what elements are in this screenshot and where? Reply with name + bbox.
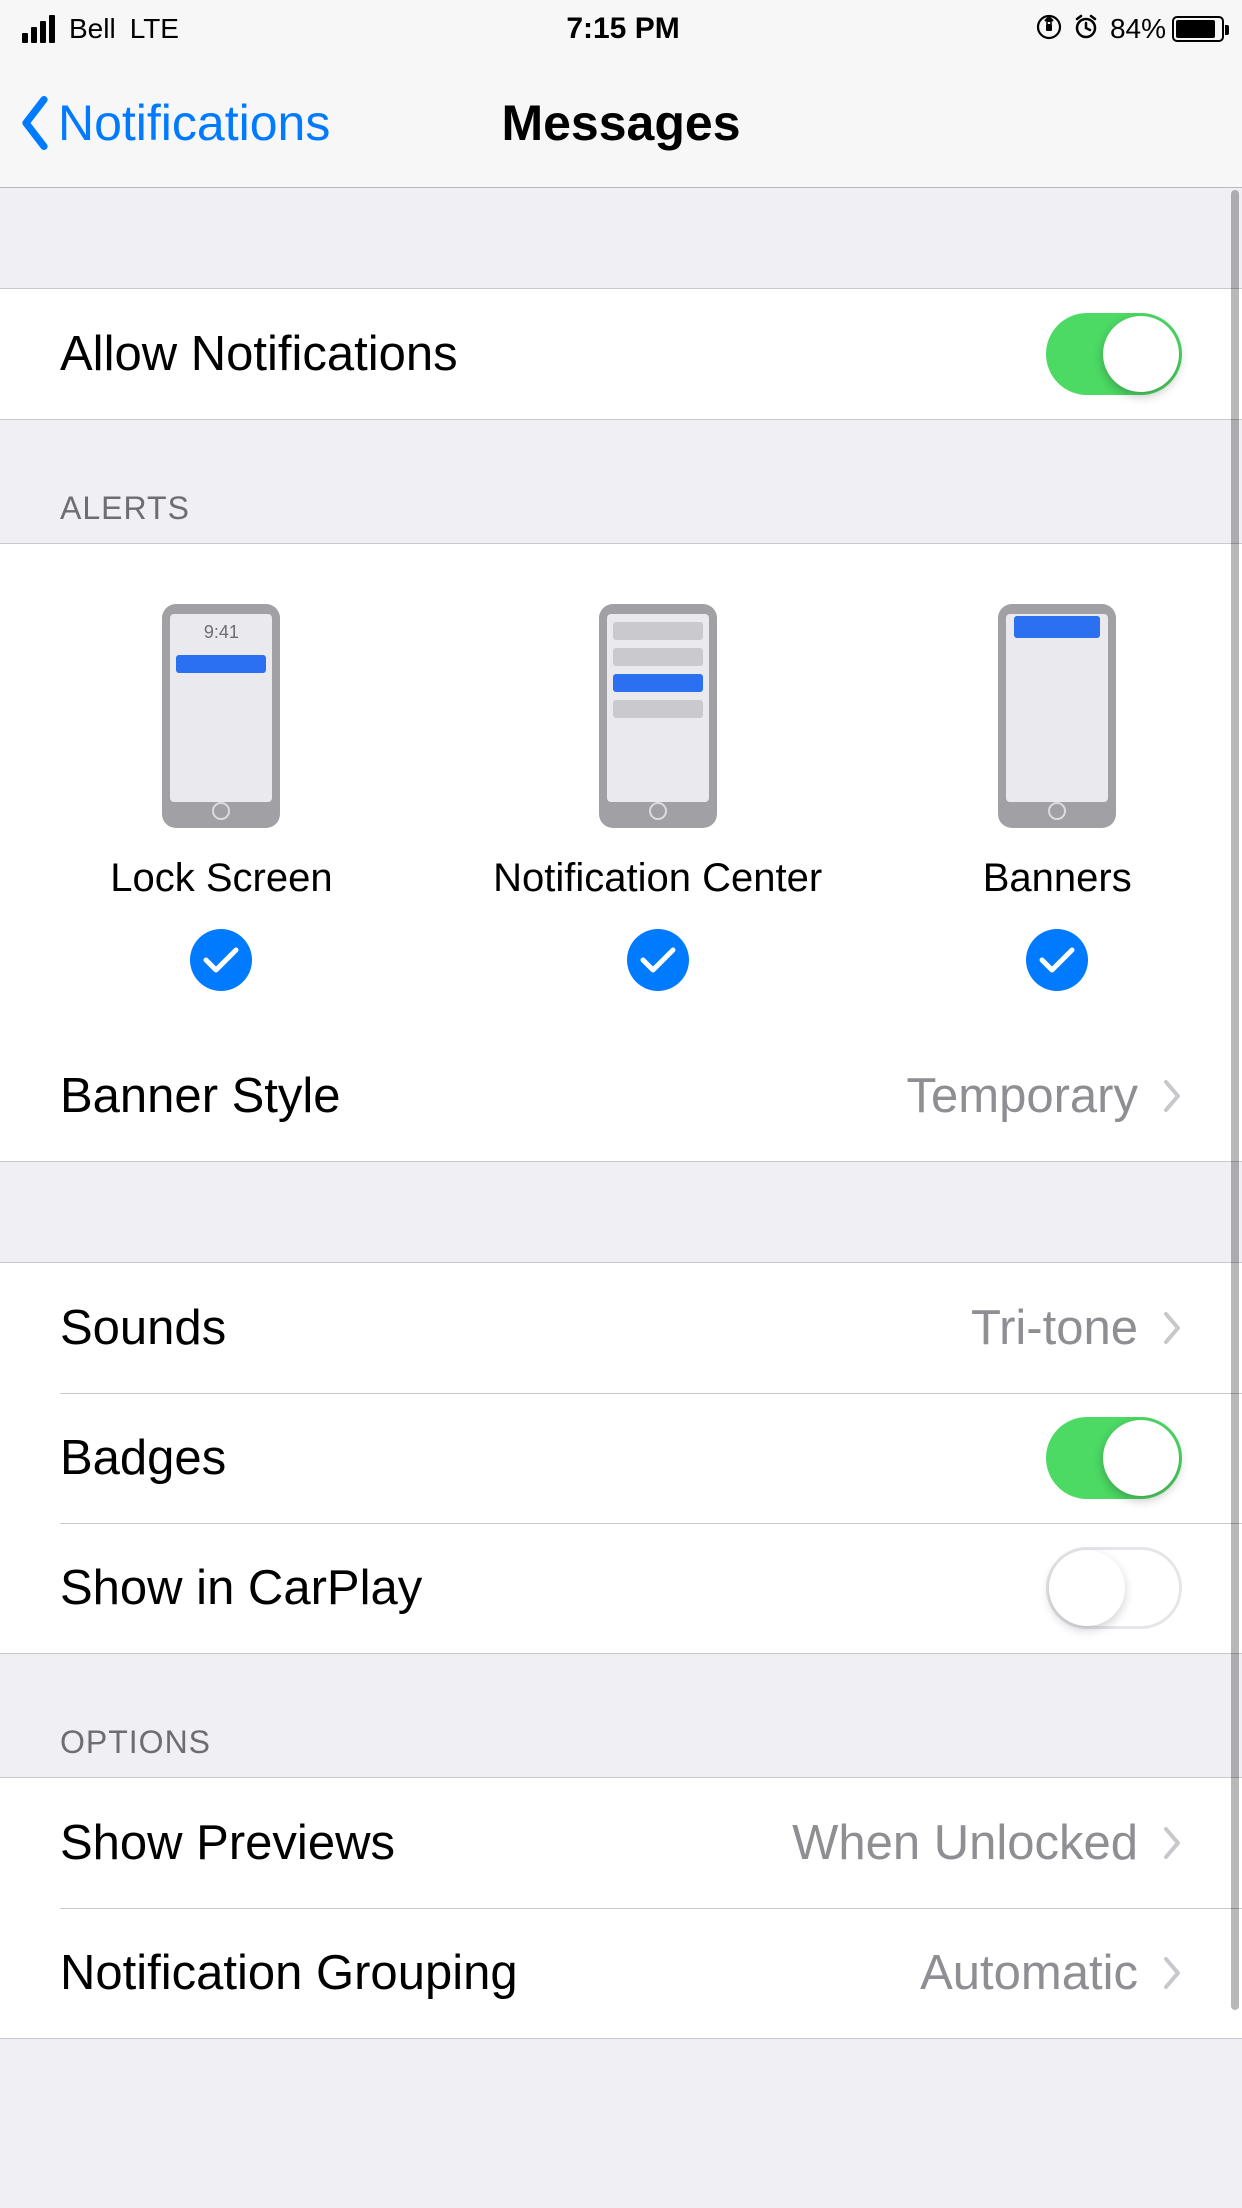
alert-type-banners[interactable]: Banners bbox=[983, 604, 1132, 991]
carplay-toggle[interactable] bbox=[1046, 1547, 1182, 1629]
sounds-label: Sounds bbox=[60, 1300, 971, 1356]
clock-label: 7:15 PM bbox=[566, 12, 679, 46]
badges-label: Badges bbox=[60, 1430, 1046, 1486]
alert-type-label: Banners bbox=[983, 856, 1132, 901]
alert-type-label: Lock Screen bbox=[110, 856, 332, 901]
battery-icon bbox=[1172, 16, 1224, 42]
back-button-label: Notifications bbox=[58, 94, 330, 152]
battery-percent-label: 84% bbox=[1110, 13, 1166, 45]
alarm-icon bbox=[1072, 13, 1100, 46]
nav-bar: Notifications Messages bbox=[0, 58, 1242, 188]
badges-row[interactable]: Badges bbox=[0, 1393, 1242, 1523]
lock-screen-preview-icon: 9:41 bbox=[162, 604, 280, 828]
carplay-label: Show in CarPlay bbox=[60, 1560, 1046, 1616]
banners-preview-icon bbox=[998, 604, 1116, 828]
sounds-value: Tri-tone bbox=[971, 1300, 1138, 1356]
notification-grouping-value: Automatic bbox=[920, 1945, 1138, 2001]
alerts-section-header: ALERTS bbox=[0, 420, 1242, 543]
orientation-lock-icon bbox=[1036, 14, 1062, 45]
checkmark-icon bbox=[190, 929, 252, 991]
notification-grouping-row[interactable]: Notification Grouping Automatic bbox=[0, 1908, 1242, 2038]
badges-toggle[interactable] bbox=[1046, 1417, 1182, 1499]
notification-center-preview-icon bbox=[599, 604, 717, 828]
back-button[interactable]: Notifications bbox=[18, 94, 330, 152]
carrier-label: Bell bbox=[69, 13, 116, 45]
sounds-row[interactable]: Sounds Tri-tone bbox=[0, 1263, 1242, 1393]
show-previews-label: Show Previews bbox=[60, 1815, 792, 1871]
alerts-grid: 9:41 Lock Screen Notification Cente bbox=[0, 544, 1242, 1031]
checkmark-icon bbox=[1026, 929, 1088, 991]
carplay-row[interactable]: Show in CarPlay bbox=[0, 1523, 1242, 1653]
chevron-left-icon bbox=[18, 96, 52, 150]
banner-style-label: Banner Style bbox=[60, 1068, 907, 1124]
status-bar: Bell LTE 7:15 PM 84% bbox=[0, 0, 1242, 58]
signal-strength-icon bbox=[22, 15, 55, 43]
alert-type-notification-center[interactable]: Notification Center bbox=[493, 604, 822, 991]
allow-notifications-row[interactable]: Allow Notifications bbox=[0, 289, 1242, 419]
chevron-right-icon bbox=[1162, 1826, 1182, 1860]
allow-notifications-toggle[interactable] bbox=[1046, 313, 1182, 395]
banner-style-row[interactable]: Banner Style Temporary bbox=[0, 1031, 1242, 1161]
banner-style-value: Temporary bbox=[907, 1068, 1138, 1124]
network-type-label: LTE bbox=[130, 13, 179, 45]
allow-notifications-label: Allow Notifications bbox=[60, 326, 1046, 382]
show-previews-value: When Unlocked bbox=[792, 1815, 1138, 1871]
scrollbar[interactable] bbox=[1231, 190, 1239, 2010]
options-section-header: OPTIONS bbox=[0, 1654, 1242, 1777]
page-title: Messages bbox=[501, 94, 740, 152]
checkmark-icon bbox=[627, 929, 689, 991]
alert-type-lock-screen[interactable]: 9:41 Lock Screen bbox=[110, 604, 332, 991]
show-previews-row[interactable]: Show Previews When Unlocked bbox=[0, 1778, 1242, 1908]
alert-type-label: Notification Center bbox=[493, 856, 822, 901]
lock-screen-preview-time: 9:41 bbox=[204, 622, 239, 643]
chevron-right-icon bbox=[1162, 1079, 1182, 1113]
notification-grouping-label: Notification Grouping bbox=[60, 1945, 920, 2001]
chevron-right-icon bbox=[1162, 1311, 1182, 1345]
chevron-right-icon bbox=[1162, 1956, 1182, 1990]
